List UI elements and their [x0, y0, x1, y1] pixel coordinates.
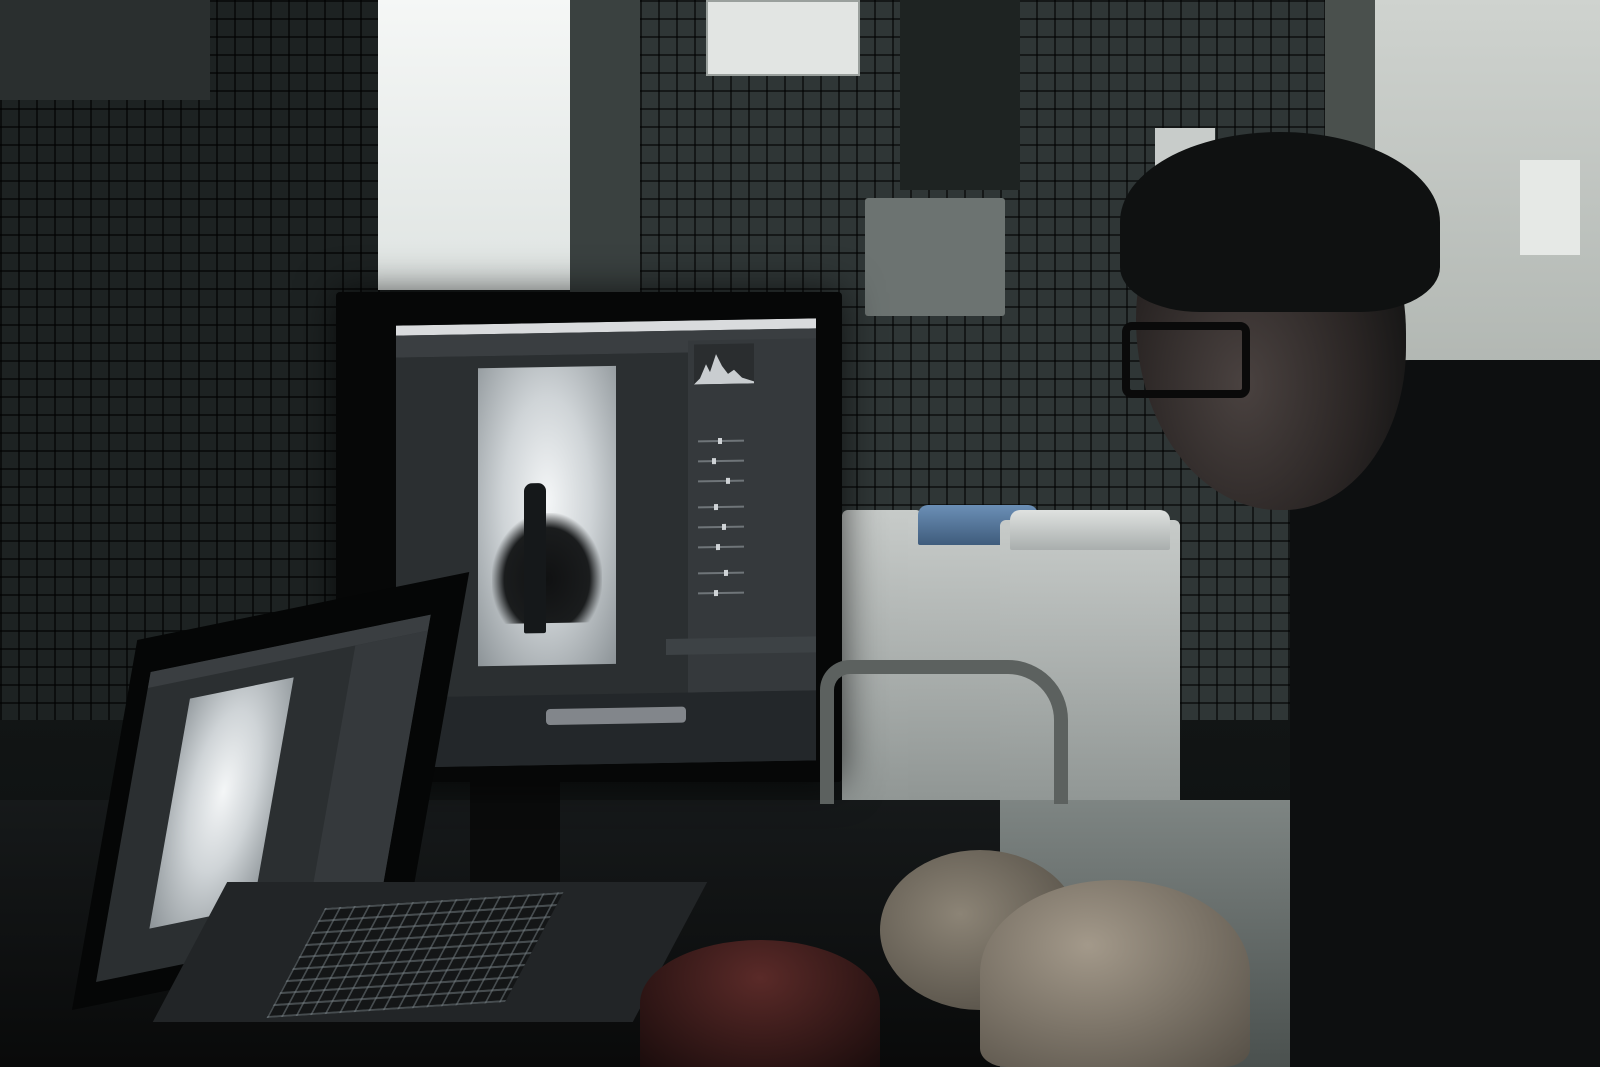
eyeglasses — [1122, 322, 1250, 398]
chair-frame — [820, 660, 1068, 804]
app-dock[interactable] — [546, 706, 686, 726]
photo-person-silhouette — [524, 483, 546, 634]
window-frame — [570, 0, 640, 300]
photo-scene — [0, 0, 1600, 1067]
slider-knob-1[interactable] — [718, 437, 722, 445]
man-hair — [1120, 132, 1440, 312]
foreground-red-item — [640, 940, 880, 1067]
right-wall-notice — [1520, 160, 1580, 255]
photo-car-silhouette — [492, 512, 602, 624]
breaker-panel — [900, 0, 1020, 190]
slider-knob-5[interactable] — [722, 523, 726, 530]
foreground-cap-2 — [980, 880, 1250, 1067]
monitor-screen — [396, 318, 816, 768]
electric-box — [865, 198, 1005, 316]
slider-knob-3[interactable] — [726, 477, 730, 484]
upper-left-cabinet — [0, 0, 210, 100]
dialog-button-row — [666, 636, 816, 655]
slider-knob-8[interactable] — [714, 590, 718, 597]
bin-3-lid — [1010, 510, 1170, 550]
histogram-curve — [694, 354, 754, 385]
slider-knob-7[interactable] — [724, 569, 728, 576]
slider-knob-4[interactable] — [714, 504, 718, 511]
slider-knob-2[interactable] — [712, 458, 716, 465]
bottom-status-bar — [396, 690, 816, 768]
bright-window — [378, 0, 578, 290]
slider-knob-6[interactable] — [716, 544, 720, 551]
wall-notice-sign — [706, 0, 860, 76]
